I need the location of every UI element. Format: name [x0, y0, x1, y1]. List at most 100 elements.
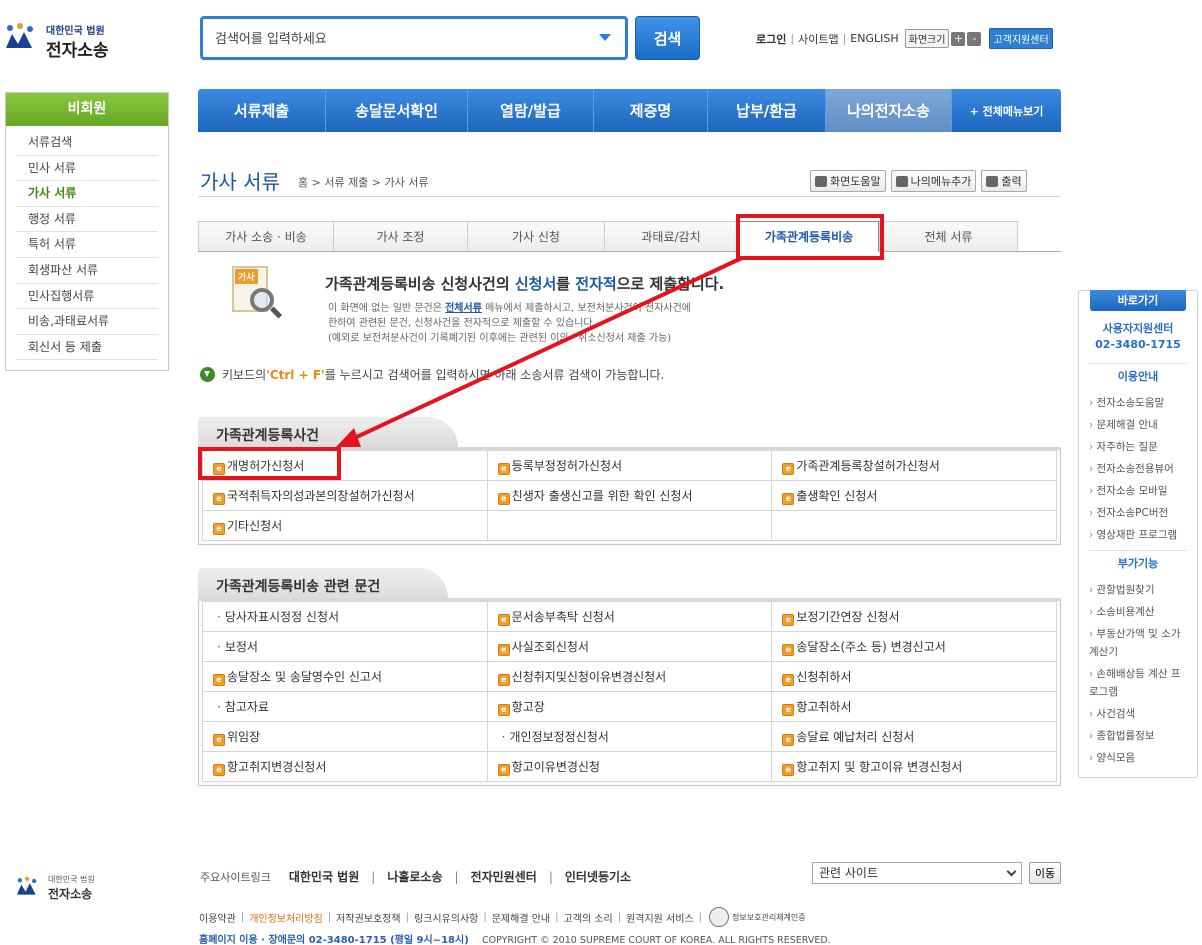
table-cell[interactable]: ·당사자표시정정 신청서 — [203, 602, 488, 632]
related-sites-select[interactable]: 관련 사이트 — [812, 862, 1022, 884]
quick-menu-item[interactable]: 영상재판 프로그램 — [1089, 524, 1197, 546]
quick-menu-item[interactable]: 양식모음 — [1089, 747, 1197, 769]
table-cell[interactable]: e송달장소(주소 등) 변경신고서 — [772, 632, 1057, 662]
login-link[interactable]: 로그인 — [756, 31, 786, 47]
doc-link[interactable]: 문서송부촉탁 신청서 — [512, 610, 615, 624]
footer-link-link-policy[interactable]: 링크시유의사항 — [414, 910, 478, 925]
table-cell[interactable]: e친생자 출생신고를 위한 확인 신청서 — [487, 481, 772, 511]
doc-link[interactable]: 사실조회신청서 — [512, 640, 589, 654]
footer-link-copyright[interactable]: 저작권보호정책 — [336, 910, 400, 925]
doc-link[interactable]: 개인정보정정신청서 — [509, 730, 608, 744]
sidebar-item-nonlitigation[interactable]: 비송,과태료서류 — [16, 309, 158, 335]
search-input[interactable] — [215, 28, 585, 50]
gnb-payment-refund[interactable]: 납부/환급 — [708, 89, 826, 132]
add-my-menu-button[interactable]: 나의메뉴추가 — [891, 170, 977, 192]
gnb-all-menu[interactable]: + 전체메뉴보기 — [952, 89, 1061, 132]
english-link[interactable]: ENGLISH — [850, 32, 898, 45]
site-link-registry[interactable]: 인터넷등기소 — [565, 868, 631, 885]
search-dropdown-icon[interactable] — [599, 34, 611, 41]
all-docs-link[interactable]: 전체서류 — [445, 303, 482, 314]
table-cell[interactable]: e항고취지 및 항고이유 변경신청서 — [772, 752, 1057, 782]
table-cell[interactable]: e항고장 — [487, 692, 772, 722]
table-cell[interactable]: e송달료 예납처리 신청서 — [772, 722, 1057, 752]
quick-menu-item[interactable]: 소송비용계산 — [1089, 601, 1197, 623]
quick-menu-item[interactable]: 자주하는 질문 — [1089, 436, 1197, 458]
quick-menu-item[interactable]: 부동산가액 및 소가계산기 — [1089, 623, 1185, 663]
footer-link-privacy[interactable]: 개인정보처리방침 — [249, 910, 323, 925]
quick-menu-item[interactable]: 종합법률정보 — [1089, 725, 1197, 747]
sidebar-item-civil[interactable]: 민사 서류 — [16, 156, 158, 182]
table-cell[interactable]: e항고취지변경신청서 — [203, 752, 488, 782]
support-center[interactable]: 사용자지원센터 02-3480-1715 — [1079, 321, 1197, 353]
tab-family-mediation[interactable]: 가사 조정 — [333, 221, 468, 251]
gnb-submit-docs[interactable]: 서류제출 — [198, 89, 326, 132]
table-cell[interactable]: e출생확인 신청서 — [772, 481, 1057, 511]
sitemap-link[interactable]: 사이트맵 — [798, 31, 838, 47]
doc-link[interactable]: 항고취지 및 항고이유 변경신청서 — [796, 760, 962, 774]
quick-menu-item[interactable]: 전자소송도움말 — [1089, 392, 1197, 414]
doc-link[interactable]: 등록부정정허가신청서 — [512, 459, 622, 473]
customer-center-button[interactable]: 고객지원센터 — [989, 28, 1052, 49]
table-cell[interactable]: e송달장소 및 송달영수인 신고서 — [203, 662, 488, 692]
doc-link[interactable]: 신청취지및신청이유변경신청서 — [512, 670, 667, 684]
table-cell[interactable]: e항고취하서 — [772, 692, 1057, 722]
table-cell[interactable]: e사실조회신청서 — [487, 632, 772, 662]
sidebar-item-patent[interactable]: 특허 서류 — [16, 232, 158, 258]
doc-link[interactable]: 송달장소(주소 등) 변경신고서 — [796, 640, 945, 654]
doc-link[interactable]: 가족관계등록창설허가신청서 — [796, 459, 940, 473]
table-cell[interactable]: e국적취득자의성과본의창설허가신청서 — [203, 481, 488, 511]
table-cell[interactable]: ·보정서 — [203, 632, 488, 662]
doc-link[interactable]: 보정서 — [225, 640, 258, 654]
table-cell[interactable]: e등록부정정허가신청서 — [487, 451, 772, 481]
quick-menu-item[interactable]: 손해배상등 계산 프로그램 — [1089, 663, 1185, 703]
doc-link[interactable]: 친생자 출생신고를 위한 확인 신청서 — [512, 489, 693, 503]
font-minus-button[interactable]: - — [967, 32, 981, 46]
quick-menu-item[interactable]: 사건검색 — [1089, 703, 1197, 725]
doc-link[interactable]: 기타신청서 — [227, 519, 282, 533]
tab-fine-detention[interactable]: 과태료/감치 — [604, 221, 738, 251]
doc-link[interactable]: 참고자료 — [225, 700, 269, 714]
doc-link[interactable]: 보정기간연장 신청서 — [796, 610, 899, 624]
footer-link-terms[interactable]: 이용약관 — [199, 910, 236, 925]
tab-family-application[interactable]: 가사 신청 — [467, 221, 605, 251]
gnb-certificate[interactable]: 제증명 — [594, 89, 708, 132]
footer-link-remote[interactable]: 원격지원 서비스 — [626, 910, 694, 925]
table-cell[interactable]: e신청취하서 — [772, 662, 1057, 692]
doc-link[interactable]: 항고취하서 — [796, 700, 851, 714]
court-logo[interactable]: 대한민국 법원 전자소송 — [2, 18, 132, 62]
table-cell[interactable]: e문서송부촉탁 신청서 — [487, 602, 772, 632]
tab-family-litigation[interactable]: 가사 소송 · 비송 — [198, 221, 334, 251]
doc-link[interactable]: 신청취하서 — [796, 670, 851, 684]
footer-link-troubleshoot[interactable]: 문제해결 안내 — [492, 910, 550, 925]
table-cell[interactable]: ·참고자료 — [203, 692, 488, 722]
gnb-my-ecourt[interactable]: 나의전자소송 — [826, 89, 952, 132]
table-cell[interactable]: e위임장 — [203, 722, 488, 752]
table-cell[interactable]: e신청취지및신청이유변경신청서 — [487, 662, 772, 692]
quick-menu-item[interactable]: 전자소송PC버전 — [1089, 502, 1197, 524]
go-button[interactable]: 이동 — [1029, 862, 1061, 884]
doc-link[interactable]: 송달장소 및 송달영수인 신고서 — [227, 670, 382, 684]
table-cell[interactable]: ·개인정보정정신청서 — [487, 722, 772, 752]
doc-link[interactable]: 송달료 예납처리 신청서 — [796, 730, 914, 744]
doc-link[interactable]: 항고이유변경신청 — [512, 760, 600, 774]
doc-link[interactable]: 국적취득자의성과본의창설허가신청서 — [227, 489, 415, 503]
font-plus-button[interactable]: + — [951, 32, 965, 46]
sidebar-item-execution[interactable]: 민사집행서류 — [16, 284, 158, 310]
help-button[interactable]: 화면도움말 — [810, 170, 886, 192]
quick-menu-item[interactable]: 문제해결 안내 — [1089, 414, 1197, 436]
doc-link[interactable]: 항고장 — [512, 700, 545, 714]
quick-menu-item[interactable]: 전자소송 모바일 — [1089, 480, 1197, 502]
sidebar-item-family[interactable]: 가사 서류 — [16, 181, 158, 207]
doc-link[interactable]: 출생확인 신청서 — [796, 489, 877, 503]
quick-menu-item[interactable]: 관할법원찾기 — [1089, 579, 1197, 601]
table-cell[interactable]: e항고이유변경신청 — [487, 752, 772, 782]
site-link-civil-service[interactable]: 전자민원센터 — [471, 868, 537, 885]
table-cell[interactable]: e가족관계등록창설허가신청서 — [772, 451, 1057, 481]
doc-link[interactable]: 당사자표시정정 신청서 — [225, 610, 339, 624]
table-cell[interactable]: e기타신청서 — [203, 511, 488, 541]
sidebar-item-reply[interactable]: 회신서 등 제출 — [16, 335, 158, 361]
print-button[interactable]: 출력 — [981, 170, 1026, 192]
table-cell[interactable]: e보정기간연장 신청서 — [772, 602, 1057, 632]
tab-all-docs[interactable]: 전체 서류 — [879, 221, 1018, 251]
sidebar-item-bankruptcy[interactable]: 회생파산 서류 — [16, 258, 158, 284]
